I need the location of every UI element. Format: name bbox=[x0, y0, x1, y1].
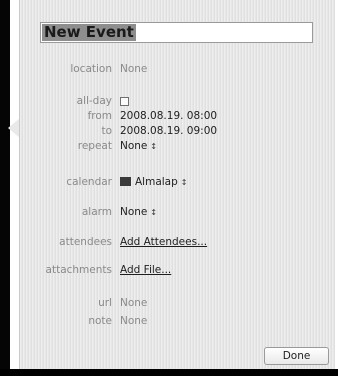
up-down-arrows-icon: ↕ bbox=[150, 142, 158, 151]
repeat-label: repeat bbox=[77, 140, 112, 152]
window-bottom-edge bbox=[0, 369, 338, 376]
alarm-label: alarm bbox=[81, 206, 112, 218]
add-attendees-link[interactable]: Add Attendees... bbox=[120, 235, 207, 249]
note-label: note bbox=[88, 315, 112, 327]
event-editor-popover: New Event location None all-day from 200… bbox=[19, 0, 335, 369]
calendar-value: Almalap bbox=[135, 176, 178, 188]
attendees-label: attendees bbox=[59, 236, 112, 248]
to-label: to bbox=[101, 125, 112, 137]
window-left-edge bbox=[0, 0, 10, 376]
note-value[interactable]: None bbox=[120, 314, 147, 328]
up-down-arrows-icon: ↕ bbox=[180, 178, 188, 187]
location-label: location bbox=[70, 63, 112, 75]
calendar-label: calendar bbox=[66, 176, 112, 188]
event-title-text[interactable]: New Event bbox=[42, 24, 136, 41]
calendar-color-swatch-icon bbox=[120, 177, 131, 186]
event-title-input[interactable]: New Event bbox=[40, 22, 313, 43]
to-value[interactable]: 2008.08.19. 09:00 bbox=[120, 124, 217, 138]
alarm-value: None bbox=[120, 206, 148, 218]
repeat-value: None bbox=[120, 140, 148, 152]
from-value[interactable]: 2008.08.19. 08:00 bbox=[120, 109, 217, 123]
url-value[interactable]: None bbox=[120, 296, 147, 310]
from-label: from bbox=[87, 110, 112, 122]
allday-label: all-day bbox=[76, 95, 112, 107]
add-file-link[interactable]: Add File... bbox=[120, 263, 171, 277]
up-down-arrows-icon: ↕ bbox=[150, 208, 158, 217]
attachments-label: attachments bbox=[45, 264, 112, 276]
url-label: url bbox=[98, 297, 112, 309]
done-button[interactable]: Done bbox=[264, 347, 329, 365]
repeat-popup[interactable]: None ↕ bbox=[120, 139, 157, 154]
calendar-popup[interactable]: Almalap ↕ bbox=[120, 175, 187, 190]
allday-checkbox-icon[interactable] bbox=[120, 97, 129, 106]
location-value[interactable]: None bbox=[120, 62, 147, 76]
alarm-popup[interactable]: None ↕ bbox=[120, 205, 157, 220]
